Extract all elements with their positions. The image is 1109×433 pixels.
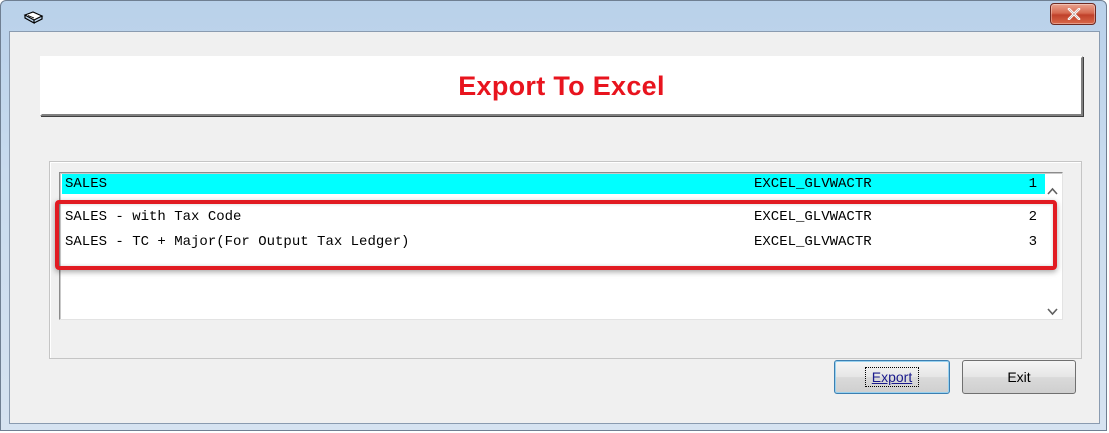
chevron-down-icon[interactable]	[1047, 303, 1058, 319]
book-icon	[23, 9, 45, 25]
list-item-name: SALES	[65, 176, 108, 192]
title-bar[interactable]	[1, 1, 1106, 35]
export-button-label: Export	[864, 367, 920, 387]
list-item-number: 1	[1028, 176, 1037, 192]
title-banner: Export To Excel	[40, 56, 1083, 116]
list-item-code: EXCEL_GLVWACTR	[754, 176, 872, 192]
exit-button-label: Exit	[1007, 369, 1031, 385]
export-button[interactable]: Export	[834, 360, 950, 394]
exit-button[interactable]: Exit	[962, 360, 1076, 394]
chevron-up-icon[interactable]	[1047, 182, 1058, 200]
annotation-highlight-box	[55, 200, 1057, 270]
close-icon	[1067, 8, 1081, 20]
page-title: Export To Excel	[458, 70, 665, 101]
close-button[interactable]	[1050, 3, 1096, 25]
list-item[interactable]: SALES EXCEL_GLVWACTR 1	[62, 174, 1045, 194]
